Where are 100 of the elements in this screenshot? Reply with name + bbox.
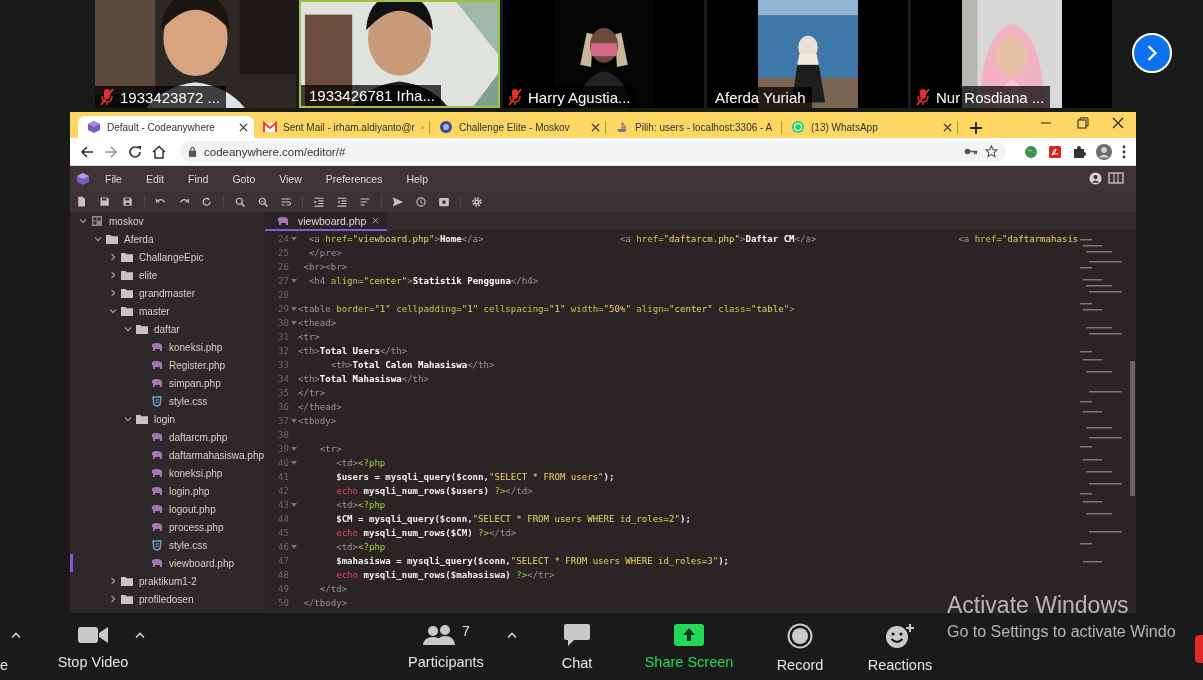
caret-icon[interactable] [10, 631, 22, 639]
tree-item[interactable]: Aferda [70, 230, 265, 248]
close-icon[interactable] [239, 122, 248, 132]
tree-item[interactable]: master [70, 302, 265, 320]
menu-item[interactable]: Find [179, 170, 218, 187]
participants-button[interactable]: 7 Participants [396, 613, 496, 670]
record-button[interactable]: Record [765, 613, 835, 670]
scrollbar[interactable] [1130, 361, 1135, 496]
tree-item[interactable]: praktikum1-2 [70, 572, 265, 590]
tree-item[interactable]: daftarmahasiswa.php [70, 446, 265, 464]
browser-tab[interactable]: (13) WhatsApp [782, 116, 958, 138]
toolbar-label[interactable]: e [0, 657, 8, 673]
reload-icon[interactable] [128, 144, 142, 159]
tree-item[interactable]: daftar [70, 320, 265, 338]
preview-icon[interactable] [438, 195, 450, 208]
caret-icon[interactable] [134, 631, 146, 639]
send-icon[interactable] [392, 195, 404, 208]
tree-item[interactable]: moskov [70, 212, 265, 230]
fold-arrow-icon[interactable] [290, 321, 297, 325]
tree-item[interactable]: logout.php [70, 500, 265, 518]
line-number: 29 [277, 304, 289, 314]
cube-icon[interactable] [76, 171, 90, 186]
refresh-icon[interactable] [201, 195, 213, 208]
outdent-icon[interactable] [336, 195, 348, 208]
globe-icon[interactable] [1024, 144, 1038, 159]
more-icon[interactable] [1122, 144, 1126, 159]
code-line: $CM = mysqli_query($conn,"SELECT * FROM users WHERE id_roles=2"); [335, 514, 691, 524]
menu-item[interactable]: Edit [136, 170, 173, 187]
browser-tab[interactable]: Default - Codeanywhere [78, 116, 254, 138]
save-all-icon[interactable] [122, 195, 134, 208]
tree-item[interactable]: viewboard.php [70, 554, 265, 572]
code-line: <a href="viewboard.php">Home</a> <a href="daftarcm.php">Daftar CM</a> <a href="daftarmahasis [307, 234, 1078, 244]
fold-arrow-icon[interactable] [290, 461, 297, 465]
editor-tab[interactable]: viewboard.php [265, 212, 388, 231]
end-button[interactable] [1195, 635, 1203, 663]
tree-item[interactable]: process.php [70, 518, 265, 536]
sort-lines-icon[interactable] [359, 195, 371, 208]
tree-item[interactable]: ChallangeEpic [70, 248, 265, 266]
back-arrow-icon[interactable] [80, 144, 94, 159]
folder-icon [121, 252, 133, 262]
key-icon[interactable] [964, 147, 978, 156]
menu-item[interactable]: Goto [223, 170, 265, 187]
close-icon[interactable] [372, 217, 380, 224]
share-button[interactable]: Share Screen [639, 613, 739, 670]
menu-item[interactable]: File [96, 170, 131, 187]
menu-item[interactable]: View [270, 170, 311, 187]
fold-arrow-icon[interactable] [290, 307, 297, 311]
home-icon[interactable] [152, 144, 166, 159]
tree-item[interactable]: simpan.php [70, 374, 265, 392]
browser-tab[interactable]: Challenge Elite - Moskov [430, 116, 606, 138]
fold-arrow-icon[interactable] [290, 279, 297, 283]
menu-item[interactable]: Help [397, 170, 438, 187]
avatar-icon[interactable] [1096, 143, 1112, 160]
plus-icon[interactable] [970, 122, 982, 134]
fold-arrow-icon[interactable] [290, 419, 297, 423]
tree-item[interactable]: profiledosen [70, 590, 265, 608]
star-icon[interactable] [985, 145, 998, 158]
close-icon[interactable] [943, 122, 952, 132]
puzzle-icon[interactable] [1072, 144, 1086, 159]
settings-icon[interactable] [471, 195, 483, 208]
tree-item[interactable]: koneksi.php [70, 464, 265, 482]
search-replace-icon[interactable] [257, 195, 269, 208]
address-field[interactable]: codeanywhere.com/editor/# [180, 141, 1006, 162]
video-button[interactable]: Stop Video [52, 613, 134, 670]
fold-arrow-icon[interactable] [290, 545, 297, 549]
reactions-button[interactable]: Reactions [860, 613, 940, 670]
layout-icon[interactable] [1108, 172, 1124, 184]
tree-item[interactable]: Register.php [70, 356, 265, 374]
save-icon[interactable] [99, 195, 111, 208]
people-icon [422, 623, 457, 646]
user-icon[interactable] [1089, 172, 1102, 185]
next-page-button[interactable] [1132, 33, 1172, 73]
tree-item[interactable]: grandmaster [70, 284, 265, 302]
tree-item[interactable]: style.css [70, 536, 265, 554]
close-icon[interactable] [591, 122, 600, 132]
browser-tab[interactable]: Pilih: users - localhost:3306 - A [606, 116, 782, 138]
history-icon[interactable] [415, 195, 427, 208]
fold-arrow-icon[interactable] [290, 237, 297, 241]
elephant-icon [151, 486, 163, 496]
chevron-down-icon[interactable] [123, 414, 133, 424]
tree-item[interactable]: login [70, 410, 265, 428]
menu-item[interactable]: Preferences [316, 170, 392, 187]
new-file-icon[interactable] [76, 195, 88, 208]
browser-tab[interactable]: Sent Mail - irham.aldiyanto@r [254, 116, 430, 138]
forward-arrow-icon[interactable] [104, 144, 118, 159]
wrap-lines-icon[interactable] [280, 195, 292, 208]
tree-item[interactable]: koneksi.php [70, 338, 265, 356]
chat-button[interactable]: Chat [547, 613, 607, 670]
caret-icon[interactable] [506, 631, 518, 639]
pdf-icon[interactable] [1048, 144, 1062, 159]
elephant-icon [151, 360, 163, 370]
indent-icon[interactable] [313, 195, 325, 208]
search-icon[interactable] [234, 195, 246, 208]
fold-arrow-icon[interactable] [290, 503, 297, 507]
tree-item[interactable]: style.css [70, 392, 265, 410]
fold-arrow-icon[interactable] [290, 447, 297, 451]
tree-item[interactable]: daftarcm.php [70, 428, 265, 446]
tree-item[interactable]: elite [70, 266, 265, 284]
code-line: </thead> [298, 402, 342, 412]
tree-item[interactable]: login.php [70, 482, 265, 500]
